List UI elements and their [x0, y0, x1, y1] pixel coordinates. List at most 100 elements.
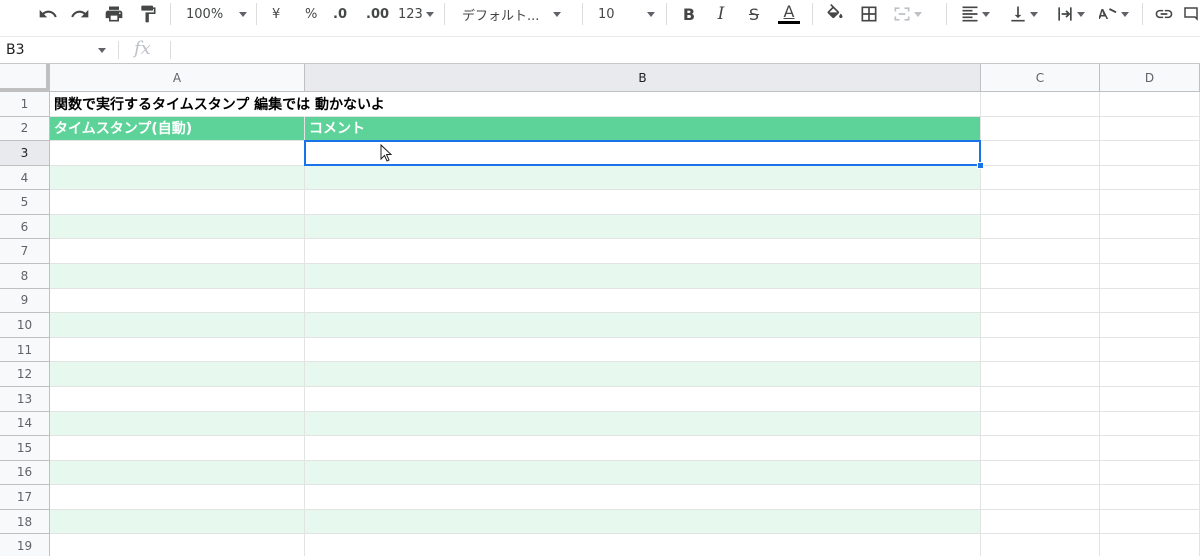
more-formats-select[interactable]: 123 — [398, 0, 434, 28]
row-header-15[interactable]: 15 — [0, 436, 50, 461]
cell-c18[interactable] — [981, 509, 1100, 535]
cell-d4[interactable] — [1100, 165, 1200, 191]
vertical-align-icon[interactable] — [1004, 0, 1042, 28]
cell-b9[interactable] — [305, 288, 981, 314]
row-header-17[interactable]: 17 — [0, 485, 50, 510]
font-family-select[interactable]: デフォルト... — [462, 0, 562, 28]
column-header-d[interactable]: D — [1100, 64, 1200, 92]
row-header-4[interactable]: 4 — [0, 165, 50, 191]
cell-d12[interactable] — [1100, 362, 1200, 387]
cell-c14[interactable] — [981, 411, 1100, 437]
cell-b13[interactable] — [305, 386, 981, 412]
italic-button[interactable]: I — [710, 0, 732, 28]
column-header-b[interactable]: B — [305, 64, 981, 92]
redo-icon[interactable] — [66, 0, 94, 28]
cell-c5[interactable] — [981, 190, 1100, 215]
row-header-19[interactable]: 19 — [0, 534, 50, 556]
cell-d16[interactable] — [1100, 460, 1200, 486]
cell-c16[interactable] — [981, 460, 1100, 486]
cell-b3[interactable] — [305, 141, 981, 166]
cell-b7[interactable] — [305, 239, 981, 265]
column-header-a[interactable]: A — [50, 64, 305, 92]
fill-handle[interactable] — [977, 161, 984, 169]
cell-b1[interactable] — [305, 92, 981, 117]
cell-b10[interactable] — [305, 313, 981, 338]
row-header-13[interactable]: 13 — [0, 386, 50, 412]
name-box[interactable]: B3 — [0, 37, 118, 63]
cell-a9[interactable] — [50, 288, 305, 314]
cell-c19[interactable] — [981, 534, 1100, 556]
cell-a14[interactable] — [50, 411, 305, 437]
formula-input[interactable] — [176, 39, 1196, 61]
cell-a18[interactable] — [50, 509, 305, 535]
select-all-corner[interactable] — [0, 64, 50, 92]
cell-d13[interactable] — [1100, 386, 1200, 412]
cell-a5[interactable] — [50, 190, 305, 215]
row-header-1[interactable]: 1 — [0, 92, 50, 117]
cell-b4[interactable] — [305, 165, 981, 191]
merge-cells-icon[interactable] — [892, 0, 922, 28]
text-wrap-icon[interactable] — [1050, 0, 1090, 28]
row-header-8[interactable]: 8 — [0, 264, 50, 289]
insert-comment-icon[interactable] — [1182, 0, 1200, 28]
cell-d18[interactable] — [1100, 509, 1200, 535]
percent-format-button[interactable]: % — [305, 0, 317, 28]
row-header-16[interactable]: 16 — [0, 460, 50, 486]
cell-d8[interactable] — [1100, 264, 1200, 289]
text-color-button[interactable]: A — [776, 0, 802, 28]
text-rotation-icon[interactable] — [1094, 0, 1134, 28]
row-header-11[interactable]: 11 — [0, 337, 50, 363]
cell-a7[interactable] — [50, 239, 305, 265]
cell-d14[interactable] — [1100, 411, 1200, 437]
cell-c17[interactable] — [981, 485, 1100, 510]
cell-a10[interactable] — [50, 313, 305, 338]
horizontal-align-icon[interactable] — [956, 0, 994, 28]
cell-c11[interactable] — [981, 337, 1100, 363]
cell-d11[interactable] — [1100, 337, 1200, 363]
row-header-12[interactable]: 12 — [0, 362, 50, 387]
row-header-2[interactable]: 2 — [0, 116, 50, 142]
print-icon[interactable] — [100, 0, 128, 28]
cell-a1[interactable]: 関数で実行するタイムスタンプ 編集では 動かないよ — [50, 92, 385, 117]
cell-c9[interactable] — [981, 288, 1100, 314]
cell-c6[interactable] — [981, 214, 1100, 240]
cell-a6[interactable] — [50, 214, 305, 240]
undo-icon[interactable] — [34, 0, 62, 28]
row-header-3[interactable]: 3 — [0, 141, 50, 166]
row-header-7[interactable]: 7 — [0, 239, 50, 265]
cell-a8[interactable] — [50, 264, 305, 289]
cell-a16[interactable] — [50, 460, 305, 486]
cell-d6[interactable] — [1100, 214, 1200, 240]
cell-b8[interactable] — [305, 264, 981, 289]
cell-b11[interactable] — [305, 337, 981, 363]
bold-button[interactable]: B — [678, 0, 700, 28]
cell-d15[interactable] — [1100, 436, 1200, 461]
row-header-10[interactable]: 10 — [0, 313, 50, 338]
font-size-select[interactable]: 10 — [598, 0, 655, 28]
cell-b19[interactable] — [305, 534, 981, 556]
cell-d1[interactable] — [1100, 92, 1200, 117]
row-header-5[interactable]: 5 — [0, 190, 50, 215]
fill-color-icon[interactable] — [822, 0, 848, 28]
cell-d9[interactable] — [1100, 288, 1200, 314]
cell-c13[interactable] — [981, 386, 1100, 412]
row-header-6[interactable]: 6 — [0, 214, 50, 240]
zoom-select[interactable]: 100% — [186, 0, 248, 28]
column-header-c[interactable]: C — [981, 64, 1100, 92]
cell-c8[interactable] — [981, 264, 1100, 289]
cell-c2[interactable] — [981, 116, 1100, 142]
increase-decimal-button[interactable]: .00 — [366, 0, 389, 28]
cell-a15[interactable] — [50, 436, 305, 461]
cell-a12[interactable] — [50, 362, 305, 387]
cell-b18[interactable] — [305, 509, 981, 535]
cell-b5[interactable] — [305, 190, 981, 215]
strikethrough-button[interactable]: S — [743, 0, 765, 28]
paint-format-icon[interactable] — [134, 0, 162, 28]
row-header-14[interactable]: 14 — [0, 411, 50, 437]
cell-c10[interactable] — [981, 313, 1100, 338]
decrease-decimal-button[interactable]: .0 — [333, 0, 347, 28]
cell-a11[interactable] — [50, 337, 305, 363]
row-header-18[interactable]: 18 — [0, 509, 50, 535]
cell-a13[interactable] — [50, 386, 305, 412]
cell-d17[interactable] — [1100, 485, 1200, 510]
